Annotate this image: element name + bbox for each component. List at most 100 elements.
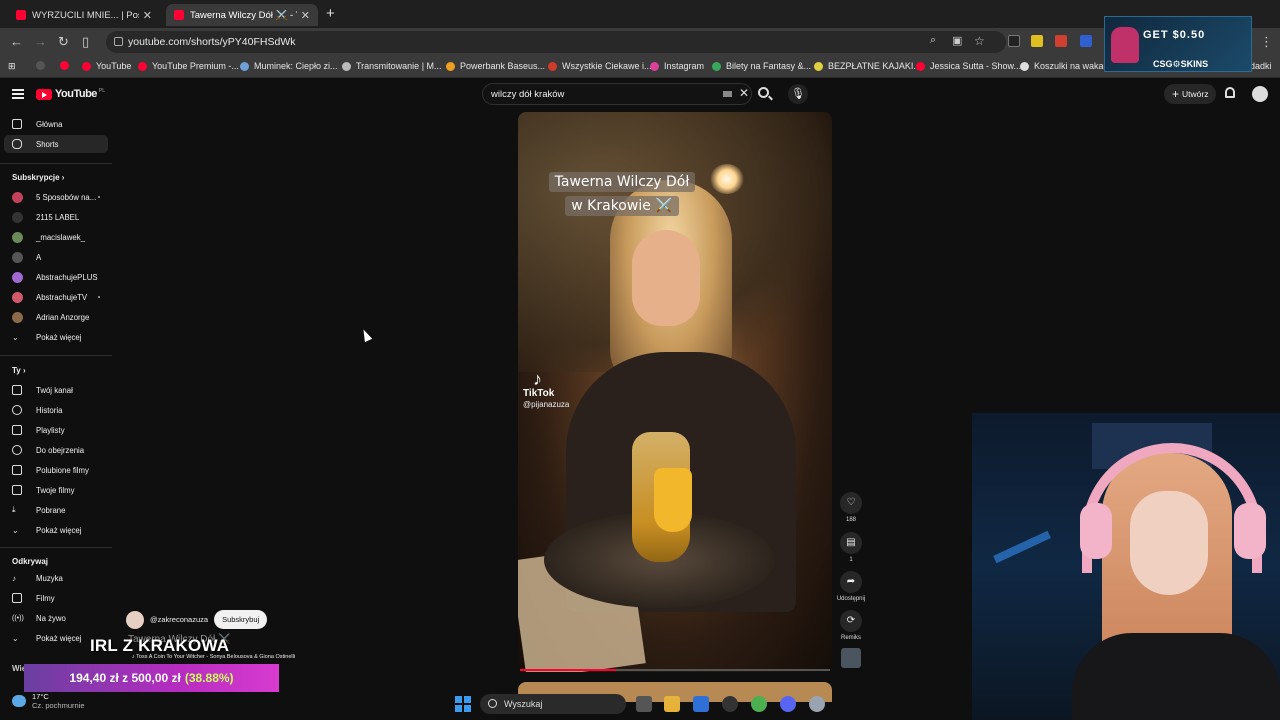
taskbar-search-placeholder: Wyszukaj: [504, 699, 543, 709]
windows-start-icon[interactable]: [455, 696, 471, 712]
channel-avatar: [12, 271, 23, 283]
chrome-icon[interactable]: [751, 696, 767, 712]
sidebar-subscription[interactable]: Adrian Anzorge: [4, 308, 108, 326]
sidebar-item-liked[interactable]: Polubione filmy: [4, 461, 108, 479]
notifications-bell-icon[interactable]: [1225, 87, 1235, 98]
sidebar-item-movies[interactable]: Filmy: [4, 589, 108, 607]
channel-avatar: [12, 251, 23, 263]
taskbar-search[interactable]: Wyszukaj: [480, 694, 626, 714]
menu-icon[interactable]: [12, 89, 24, 99]
extension-icon[interactable]: [1008, 35, 1020, 47]
remix-button[interactable]: ⟳ Remiks: [836, 610, 866, 641]
extension-icon[interactable]: [1055, 35, 1067, 47]
sidebar-item-music[interactable]: ♪ Muzyka: [4, 569, 108, 587]
extension-icon[interactable]: [1080, 35, 1092, 47]
task-view-icon[interactable]: [636, 696, 652, 712]
youtube-header: YouTube PL wilczy dół kraków ✕ 🎙 + Utwór…: [0, 79, 1280, 111]
goal-percent: (38.88%): [184, 671, 234, 685]
extension-icon[interactable]: [1031, 35, 1043, 47]
browser-tab[interactable]: WYRZUCILI MNIE... | Poszukiwa ✕: [8, 4, 160, 26]
channel-name[interactable]: @zakreconazuza: [150, 615, 208, 624]
channel-avatar[interactable]: [126, 610, 144, 629]
file-explorer-icon[interactable]: [664, 696, 680, 712]
sidebar-item-live[interactable]: ((•)) Na żywo: [4, 609, 108, 627]
browser-menu-icon[interactable]: ⋮: [1260, 34, 1273, 50]
sidebar-item-your-videos[interactable]: Twoje filmy: [4, 481, 108, 499]
side-panel-icon[interactable]: ▯: [82, 34, 89, 50]
site-info-icon[interactable]: [114, 37, 123, 46]
zoom-icon[interactable]: ⌕: [930, 34, 936, 47]
bookmark-item[interactable]: Muminek: Ciepło zi...: [240, 61, 338, 71]
store-icon[interactable]: [693, 696, 709, 712]
keyboard-icon[interactable]: [723, 91, 732, 97]
comments-button[interactable]: ▤ 1: [836, 532, 866, 563]
sidebar-item-history[interactable]: Historia: [4, 401, 108, 419]
weather-widget[interactable]: 17°C Cz. pochmurnie: [12, 692, 85, 710]
obs-icon[interactable]: [722, 696, 738, 712]
browser-tab-active[interactable]: Tawerna Wilczy Dół ⚔️ - YouTu ✕: [166, 4, 318, 26]
shorts-video-player[interactable]: Tawerna Wilczy Dół w Krakowie ⚔️ ♪ TikTo…: [518, 112, 832, 672]
back-icon[interactable]: ←: [10, 34, 23, 49]
reload-icon[interactable]: ↻: [58, 34, 69, 50]
bookmark-icon[interactable]: [60, 61, 74, 70]
sidebar-subscription[interactable]: 2115 LABEL: [4, 208, 108, 226]
new-tab-button[interactable]: +: [326, 5, 335, 22]
install-icon[interactable]: ▣: [952, 34, 962, 47]
subscriptions-heading[interactable]: Subskrypcje ›: [12, 173, 64, 182]
sidebar-item-label: Na żywo: [36, 613, 66, 623]
sidebar-item-playlists[interactable]: Playlisty: [4, 421, 108, 439]
url-field[interactable]: youtube.com/shorts/yPY40FHSdWk: [106, 31, 1006, 53]
sidebar-subscription[interactable]: AbstrachujeTV: [4, 288, 108, 306]
chevron-down-icon: ⌄: [12, 525, 19, 535]
bookmark-item[interactable]: Wszystkie Ciekawe i...: [548, 61, 652, 71]
sidebar-item-watch-later[interactable]: Do obejrzenia: [4, 441, 108, 459]
apps-grid-icon[interactable]: ⊞: [8, 61, 16, 72]
create-button[interactable]: + Utwórz: [1164, 84, 1217, 104]
bookmark-item[interactable]: BEZPŁATNE KAJAKI...: [814, 61, 921, 71]
clear-search-icon[interactable]: ✕: [739, 86, 749, 100]
bookmark-star-icon[interactable]: ☆: [974, 34, 985, 48]
bookmark-item[interactable]: Powerbank Baseus...: [446, 61, 545, 71]
bookmark-item[interactable]: dadki: [1250, 61, 1272, 71]
url-text: youtube.com/shorts/yPY40FHSdWk: [128, 36, 296, 48]
search-icon[interactable]: [758, 87, 769, 98]
microphone-icon[interactable]: 🎙: [788, 84, 808, 104]
sidebar-show-more[interactable]: ⌄ Pokaż więcej: [4, 521, 108, 539]
subscribe-button[interactable]: Subskrybuj: [214, 610, 268, 629]
youtube-logo[interactable]: YouTube PL: [36, 88, 105, 100]
bookmark-item[interactable]: YouTube: [82, 61, 131, 71]
forward-icon[interactable]: →: [34, 34, 47, 49]
sidebar-subscription[interactable]: AbstrachujePLUS: [4, 268, 108, 286]
bookmark-item[interactable]: YouTube Premium -...: [138, 61, 239, 71]
bookmark-item[interactable]: Transmitowanie | M...: [342, 61, 442, 71]
like-button[interactable]: ♡ 188: [836, 492, 866, 523]
webcam-led-strip: [993, 530, 1051, 564]
bookmark-item[interactable]: Jessica Sutta - Show...: [916, 61, 1021, 71]
sidebar-item-shorts[interactable]: Shorts: [4, 135, 108, 153]
sidebar-subscription[interactable]: A: [4, 248, 108, 266]
sidebar-show-more[interactable]: ⌄ Pokaż więcej: [4, 328, 108, 346]
search-input[interactable]: wilczy dół kraków ✕: [482, 83, 752, 105]
you-heading[interactable]: Ty ›: [12, 366, 26, 375]
video-lamp: [710, 164, 744, 194]
video-progress-bar[interactable]: [520, 669, 830, 671]
settings-gear-icon[interactable]: [809, 696, 825, 712]
sidebar-subscription[interactable]: 5 Sposobów na...: [4, 188, 108, 206]
bookmark-item[interactable]: Instagram: [650, 61, 704, 71]
close-tab-icon[interactable]: ✕: [143, 9, 152, 22]
youtube-favicon-icon: [174, 10, 184, 20]
sidebar-item-downloads[interactable]: ⤓ Pobrane: [4, 501, 108, 519]
sidebar-item-label: 5 Sposobów na...: [36, 192, 97, 202]
sidebar-item-home[interactable]: Główna: [4, 115, 108, 133]
channel-avatar: [12, 291, 23, 303]
account-avatar[interactable]: [1252, 86, 1268, 102]
sidebar-subscription[interactable]: _macislawek_: [4, 228, 108, 246]
bookmark-icon[interactable]: [36, 61, 50, 70]
share-button[interactable]: ➦ Udostępnij: [836, 571, 866, 602]
sidebar-item-your-channel[interactable]: Twój kanał: [4, 381, 108, 399]
close-tab-icon[interactable]: ✕: [301, 9, 310, 22]
sound-thumbnail[interactable]: [841, 648, 861, 668]
bookmark-item[interactable]: Bilety na Fantasy &...: [712, 61, 811, 71]
new-content-dot: [98, 296, 100, 298]
discord-icon[interactable]: [780, 696, 796, 712]
